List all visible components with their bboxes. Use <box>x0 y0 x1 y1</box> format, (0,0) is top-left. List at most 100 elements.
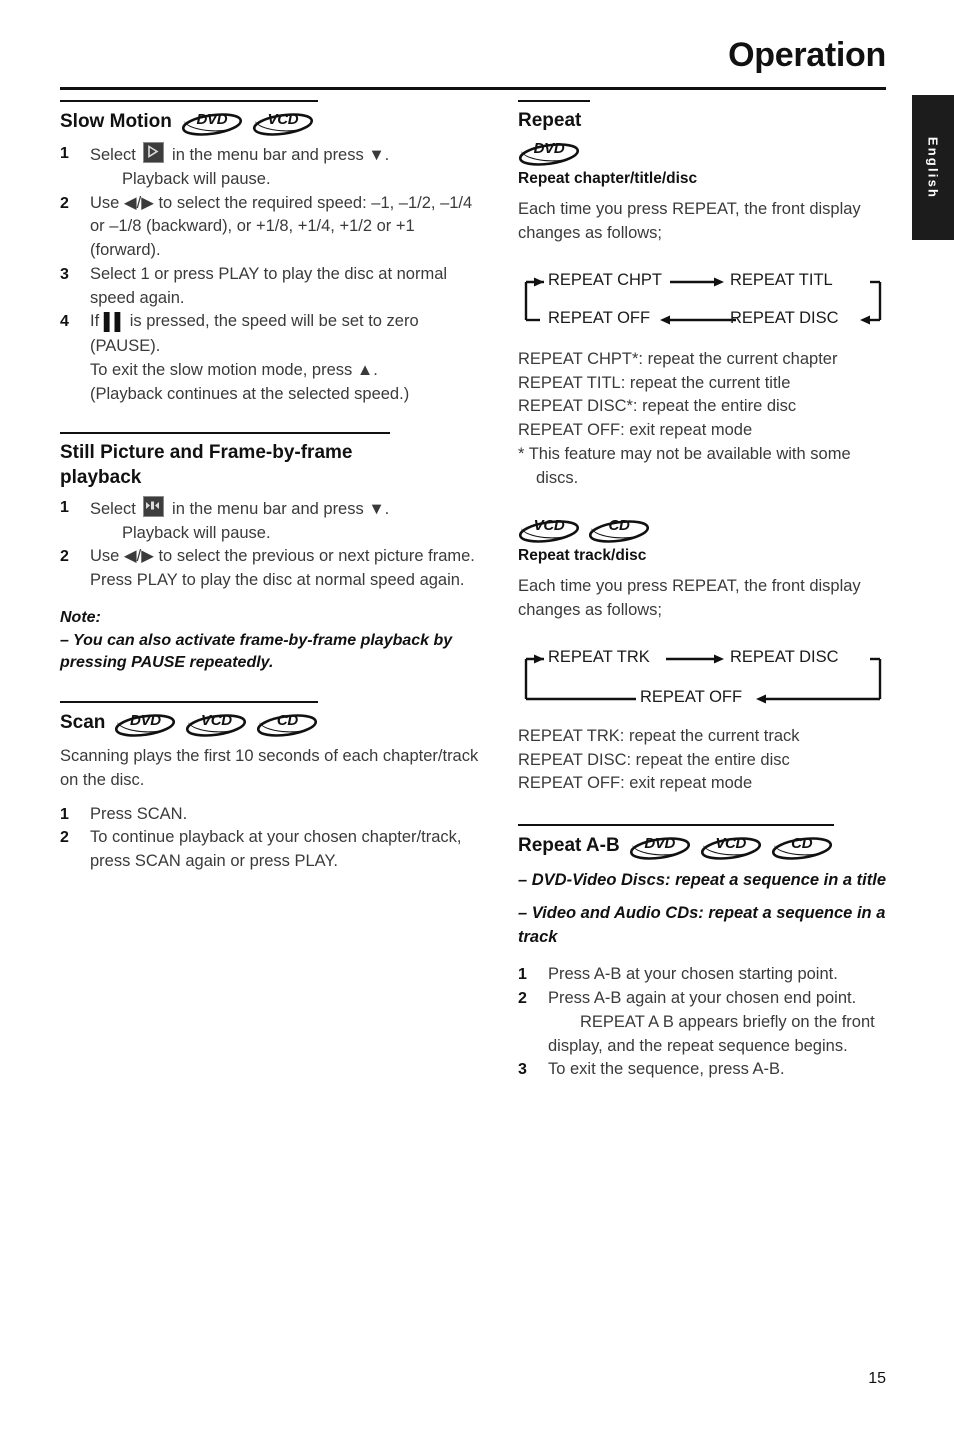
definition-line: REPEAT OFF: exit repeat mode <box>518 421 753 440</box>
flow-node: REPEAT CHPT <box>548 270 662 289</box>
repeat-ab-bullet: – DVD-Video Discs: repeat a sequence in … <box>518 871 887 890</box>
step-subline: Playback will pause. <box>122 169 271 188</box>
disc-badge-dvd: DVD <box>518 139 580 167</box>
step-number: 4 <box>60 313 69 331</box>
language-tab: English <box>912 95 954 240</box>
step-text: To exit the sequence, press A-B. <box>548 1060 785 1079</box>
section-rule-repeat-ab <box>518 824 834 827</box>
disc-badge-cd: CD <box>588 516 650 544</box>
definition-line: REPEAT CHPT*: repeat the current chapter <box>518 349 838 368</box>
step-text-post: is pressed, the speed will be set to zer… <box>90 312 419 355</box>
still-picture-note: Note: – You can also activate frame-by-f… <box>60 607 480 675</box>
step-number: 3 <box>60 265 69 283</box>
repeat-track-disc-badges: VCD CD <box>518 516 888 544</box>
repeat-track-definitions: REPEAT TRK: repeat the current track REP… <box>518 725 888 796</box>
repeat-track-flow-diagram: REPEAT TRK REPEAT DISC REPEAT OFF <box>518 643 888 709</box>
disc-badge-vcd-label: VCD <box>267 111 299 128</box>
step-text: Use ◀/▶ to select the required speed: –1… <box>90 193 473 260</box>
disc-badge-cd-label: CD <box>276 712 298 730</box>
step-text-pre: Select <box>90 146 141 164</box>
flow-node: REPEAT OFF <box>640 687 743 706</box>
step-subline: REPEAT A B appears briefly on the front <box>580 1012 875 1031</box>
section-rule-slow-motion <box>60 100 318 102</box>
page-number: 15 <box>868 1370 886 1387</box>
step-item: 2 Use ◀/▶ to select the required speed: … <box>60 192 480 263</box>
step-number: 1 <box>60 498 69 516</box>
step-text: Select 1 or press PLAY to play the disc … <box>90 264 448 307</box>
step-text: To continue playback at your chosen chap… <box>90 828 462 871</box>
section-rule-repeat <box>518 100 590 102</box>
step-number: 1 <box>518 966 527 984</box>
pause-icon: ▌▌ <box>103 313 126 332</box>
disc-badge-vcd: VCD <box>518 516 580 544</box>
definition-line: REPEAT TRK: repeat the current track <box>518 726 800 745</box>
step-item: 3 To exit the sequence, press A-B. <box>518 1058 888 1082</box>
disc-badge-dvd-label: DVD <box>196 111 228 128</box>
step-number: 1 <box>60 805 69 823</box>
step-text: Press A-B again at your chosen end point… <box>548 989 857 1008</box>
step-item: 4 If ▌▌ is pressed, the speed will be se… <box>60 310 480 406</box>
page-title: Operation <box>728 36 886 74</box>
step-item: 1 Press SCAN. <box>60 803 480 827</box>
step-number: 3 <box>518 1061 527 1079</box>
note-text: – You can also activate frame-by-frame p… <box>60 631 453 672</box>
step-item: 1 Press A-B at your chosen starting poin… <box>518 963 888 987</box>
section-title-repeat-ab: Repeat A-B DVD VCD CD <box>518 833 888 860</box>
frame-step-icon <box>143 495 165 517</box>
step-item: 1 Select in the menu bar and press ▼. Pl… <box>60 495 480 546</box>
definition-line: REPEAT OFF: exit repeat mode <box>518 774 753 793</box>
repeat-ab-steps: 1 Press A-B at your chosen starting poin… <box>518 963 888 1082</box>
note-label: Note: <box>60 608 101 626</box>
language-tab-label: English <box>925 136 941 199</box>
disc-badge-vcd-label: VCD <box>715 835 747 853</box>
repeat-definitions: REPEAT CHPT*: repeat the current chapter… <box>518 348 888 491</box>
disc-badge-vcd: VCD <box>252 109 314 136</box>
flow-node: REPEAT DISC <box>730 308 839 327</box>
flow-node: REPEAT OFF <box>548 308 651 327</box>
disc-badge-cd-label: CD <box>791 835 813 853</box>
step-number: 2 <box>60 548 69 566</box>
disc-badge-dvd: DVD <box>181 109 243 136</box>
disc-badge-dvd-label: DVD <box>533 140 565 158</box>
play-button-icon <box>143 142 165 163</box>
disc-badge-vcd: VCD <box>185 710 247 737</box>
right-column: Repeat DVD Repeat chapter/title/disc Eac… <box>518 100 888 1082</box>
section-title-still-picture: Still Picture and Frame-by-frame playbac… <box>60 442 353 488</box>
scan-heading-text: Scan <box>60 712 106 734</box>
flow-node: REPEAT TRK <box>548 647 650 666</box>
disc-badge-cd: CD <box>256 710 318 737</box>
left-column: Slow Motion DVD VCD 1 Select in the menu <box>60 100 480 874</box>
step-number: 2 <box>60 194 69 212</box>
step-text: Press A-B at your chosen starting point. <box>548 965 838 984</box>
definition-line: REPEAT TITL: repeat the current title <box>518 373 791 392</box>
step-text-pre: Select <box>90 499 141 518</box>
section-rule-still-picture <box>60 432 390 435</box>
step-item: 2 To continue playback at your chosen ch… <box>60 826 480 874</box>
definition-line: REPEAT DISC: repeat the entire disc <box>518 750 790 769</box>
section-title-scan: Scan DVD VCD CD <box>60 710 480 737</box>
step-text-post: in the menu bar and press ▼. <box>167 499 390 518</box>
disc-badge-cd-label: CD <box>608 517 630 535</box>
step-number: 2 <box>60 829 69 847</box>
subsection-title-repeat-track: Repeat track/disc <box>518 547 647 565</box>
still-picture-steps: 1 Select in the menu bar and press ▼. Pl… <box>60 495 480 593</box>
step-item: 3 Select 1 or press PLAY to play the dis… <box>60 263 480 311</box>
repeat-intro: Each time you press REPEAT, the front di… <box>518 200 861 243</box>
step-text-pre: If <box>90 312 104 331</box>
repeat-footnote: * This feature may not be available with… <box>518 444 851 487</box>
step-text-post: in the menu bar and press ▼. <box>167 146 390 164</box>
disc-badge-dvd-label: DVD <box>130 712 161 730</box>
disc-badge-dvd: DVD <box>629 833 691 860</box>
step-item: 2 Press A-B again at your chosen end poi… <box>518 987 888 1058</box>
flow-node: REPEAT DISC <box>730 647 839 666</box>
step-extra-line: Press PLAY to play the disc at normal sp… <box>90 571 465 590</box>
scan-steps: 1 Press SCAN. 2 To continue playback at … <box>60 803 480 874</box>
step-number: 2 <box>518 990 527 1008</box>
step-extra-line: (Playback continues at the selected spee… <box>90 384 410 403</box>
repeat-flow-diagram: REPEAT CHPT REPEAT TITL REPEAT DISC REPE… <box>518 266 888 332</box>
step-text: Press SCAN. <box>90 804 188 823</box>
disc-badge-vcd-label: VCD <box>533 517 565 535</box>
repeat-ab-bullet: – Video and Audio CDs: repeat a sequence… <box>518 903 886 946</box>
header-divider <box>60 87 886 90</box>
scan-intro: Scanning plays the first 10 seconds of e… <box>60 747 479 789</box>
